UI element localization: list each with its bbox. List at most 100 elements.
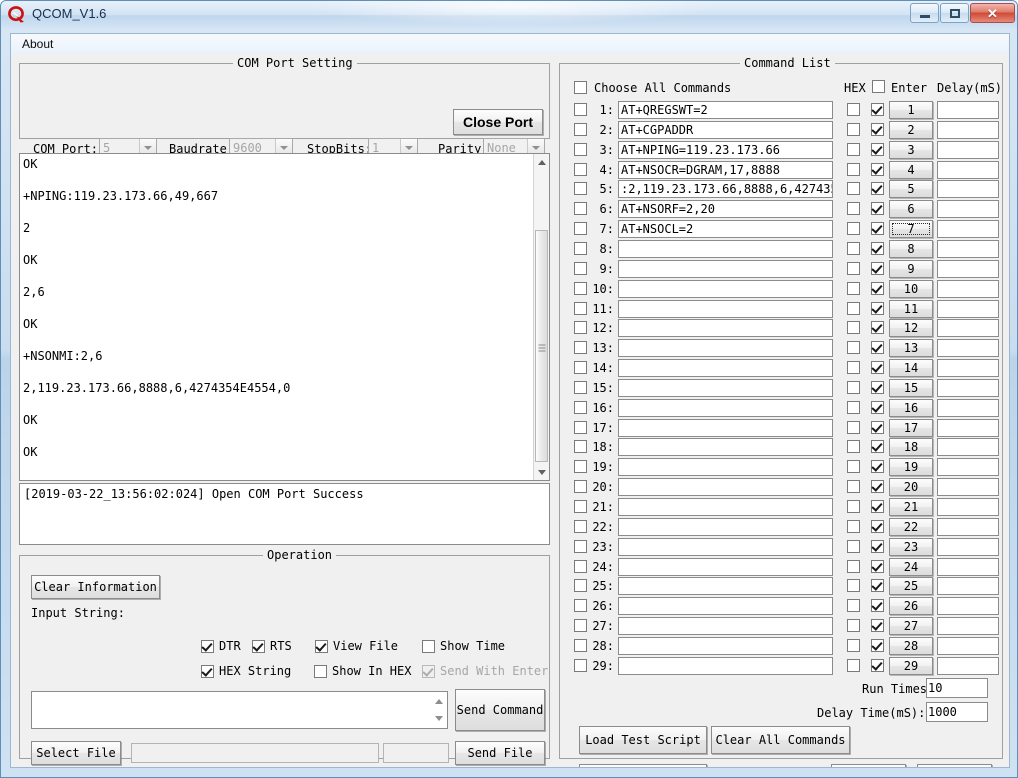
command-send-button-12[interactable]: 12: [889, 319, 933, 337]
choose-all-commands-checkbox[interactable]: [574, 81, 587, 94]
command-hex-checkbox-29[interactable]: [847, 659, 860, 672]
command-input-13[interactable]: [618, 339, 833, 357]
command-delay-input-13[interactable]: [937, 339, 999, 357]
command-delay-input-28[interactable]: [937, 637, 999, 655]
command-delay-input-20[interactable]: [937, 478, 999, 496]
command-delay-input-10[interactable]: [937, 280, 999, 298]
command-delay-input-11[interactable]: [937, 300, 999, 318]
command-enter-checkbox-25[interactable]: [871, 579, 884, 592]
command-enter-checkbox-4[interactable]: [871, 163, 884, 176]
operation-checkbox-view-file[interactable]: [315, 640, 328, 653]
command-select-checkbox-28[interactable]: [574, 639, 587, 652]
command-hex-checkbox-28[interactable]: [847, 639, 860, 652]
command-enter-checkbox-14[interactable]: [871, 361, 884, 374]
operation-checkbox-dtr[interactable]: [201, 640, 214, 653]
command-delay-input-3[interactable]: [937, 141, 999, 159]
command-hex-checkbox-26[interactable]: [847, 599, 860, 612]
command-send-button-1[interactable]: 1: [889, 101, 933, 119]
command-input-15[interactable]: [618, 379, 833, 397]
command-send-button-4[interactable]: 4: [889, 161, 933, 179]
command-hex-checkbox-4[interactable]: [847, 163, 860, 176]
command-send-button-16[interactable]: 16: [889, 399, 933, 417]
minimize-button[interactable]: [910, 3, 939, 23]
command-input-27[interactable]: [618, 617, 833, 635]
command-input-12[interactable]: [618, 319, 833, 337]
command-select-checkbox-1[interactable]: [574, 103, 587, 116]
command-enter-checkbox-24[interactable]: [871, 560, 884, 573]
command-hex-checkbox-6[interactable]: [847, 202, 860, 215]
command-delay-input-18[interactable]: [937, 438, 999, 456]
command-delay-input-24[interactable]: [937, 558, 999, 576]
file-path-field[interactable]: [131, 743, 379, 763]
clear-all-commands-button[interactable]: Clear All Commands: [711, 726, 850, 754]
command-send-button-29[interactable]: 29: [889, 657, 933, 675]
command-select-checkbox-12[interactable]: [574, 321, 587, 334]
command-input-11[interactable]: [618, 300, 833, 318]
command-select-checkbox-8[interactable]: [574, 242, 587, 255]
command-input-20[interactable]: [618, 478, 833, 496]
command-delay-input-6[interactable]: [937, 200, 999, 218]
command-hex-checkbox-17[interactable]: [847, 421, 860, 434]
command-hex-checkbox-5[interactable]: [847, 182, 860, 195]
command-enter-checkbox-29[interactable]: [871, 659, 884, 672]
command-send-button-10[interactable]: 10: [889, 280, 933, 298]
operation-checkbox-show-time[interactable]: [422, 640, 435, 653]
command-hex-checkbox-12[interactable]: [847, 321, 860, 334]
command-send-button-7[interactable]: 7: [889, 220, 933, 238]
command-delay-input-19[interactable]: [937, 458, 999, 476]
command-enter-checkbox-8[interactable]: [871, 242, 884, 255]
file-size-field[interactable]: [383, 743, 449, 763]
command-enter-checkbox-28[interactable]: [871, 639, 884, 652]
spinner-down-button[interactable]: [431, 710, 446, 727]
command-send-button-2[interactable]: 2: [889, 121, 933, 139]
command-delay-input-5[interactable]: [937, 180, 999, 198]
command-send-button-26[interactable]: 26: [889, 597, 933, 615]
command-hex-checkbox-25[interactable]: [847, 579, 860, 592]
command-enter-checkbox-19[interactable]: [871, 460, 884, 473]
command-select-checkbox-24[interactable]: [574, 560, 587, 573]
command-enter-checkbox-11[interactable]: [871, 302, 884, 315]
command-enter-checkbox-2[interactable]: [871, 123, 884, 136]
command-send-button-11[interactable]: 11: [889, 300, 933, 318]
command-enter-checkbox-20[interactable]: [871, 480, 884, 493]
command-input-28[interactable]: [618, 637, 833, 655]
close-port-button[interactable]: Close Port: [453, 109, 543, 135]
command-send-button-22[interactable]: 22: [889, 518, 933, 536]
command-input-7[interactable]: AT+NSOCL=2: [618, 220, 833, 238]
command-input-2[interactable]: AT+CGPADDR: [618, 121, 833, 139]
command-delay-input-26[interactable]: [937, 597, 999, 615]
command-input-1[interactable]: AT+QREGSWT=2: [618, 101, 833, 119]
command-input-19[interactable]: [618, 458, 833, 476]
command-hex-checkbox-7[interactable]: [847, 222, 860, 235]
command-enter-checkbox-23[interactable]: [871, 540, 884, 553]
command-enter-checkbox-26[interactable]: [871, 599, 884, 612]
command-send-button-17[interactable]: 17: [889, 419, 933, 437]
command-select-checkbox-9[interactable]: [574, 262, 587, 275]
command-select-checkbox-17[interactable]: [574, 421, 587, 434]
command-input-14[interactable]: [618, 359, 833, 377]
command-send-button-8[interactable]: 8: [889, 240, 933, 258]
operation-checkbox-hex-string[interactable]: [201, 665, 214, 678]
input-string-field[interactable]: [31, 691, 448, 729]
command-send-button-21[interactable]: 21: [889, 498, 933, 516]
command-input-26[interactable]: [618, 597, 833, 615]
command-hex-checkbox-9[interactable]: [847, 262, 860, 275]
clear-information-button[interactable]: Clear Information: [31, 575, 160, 599]
command-delay-input-27[interactable]: [937, 617, 999, 635]
command-input-24[interactable]: [618, 558, 833, 576]
command-input-10[interactable]: [618, 280, 833, 298]
operation-checkbox-rts[interactable]: [252, 640, 265, 653]
command-hex-checkbox-11[interactable]: [847, 302, 860, 315]
command-select-checkbox-10[interactable]: [574, 282, 587, 295]
command-hex-checkbox-18[interactable]: [847, 440, 860, 453]
command-delay-input-14[interactable]: [937, 359, 999, 377]
command-hex-checkbox-23[interactable]: [847, 540, 860, 553]
command-delay-input-9[interactable]: [937, 260, 999, 278]
command-input-22[interactable]: [618, 518, 833, 536]
command-hex-checkbox-16[interactable]: [847, 401, 860, 414]
command-select-checkbox-13[interactable]: [574, 341, 587, 354]
input-string-spinner[interactable]: [431, 693, 446, 727]
command-send-button-19[interactable]: 19: [889, 458, 933, 476]
command-delay-input-25[interactable]: [937, 577, 999, 595]
command-hex-checkbox-15[interactable]: [847, 381, 860, 394]
